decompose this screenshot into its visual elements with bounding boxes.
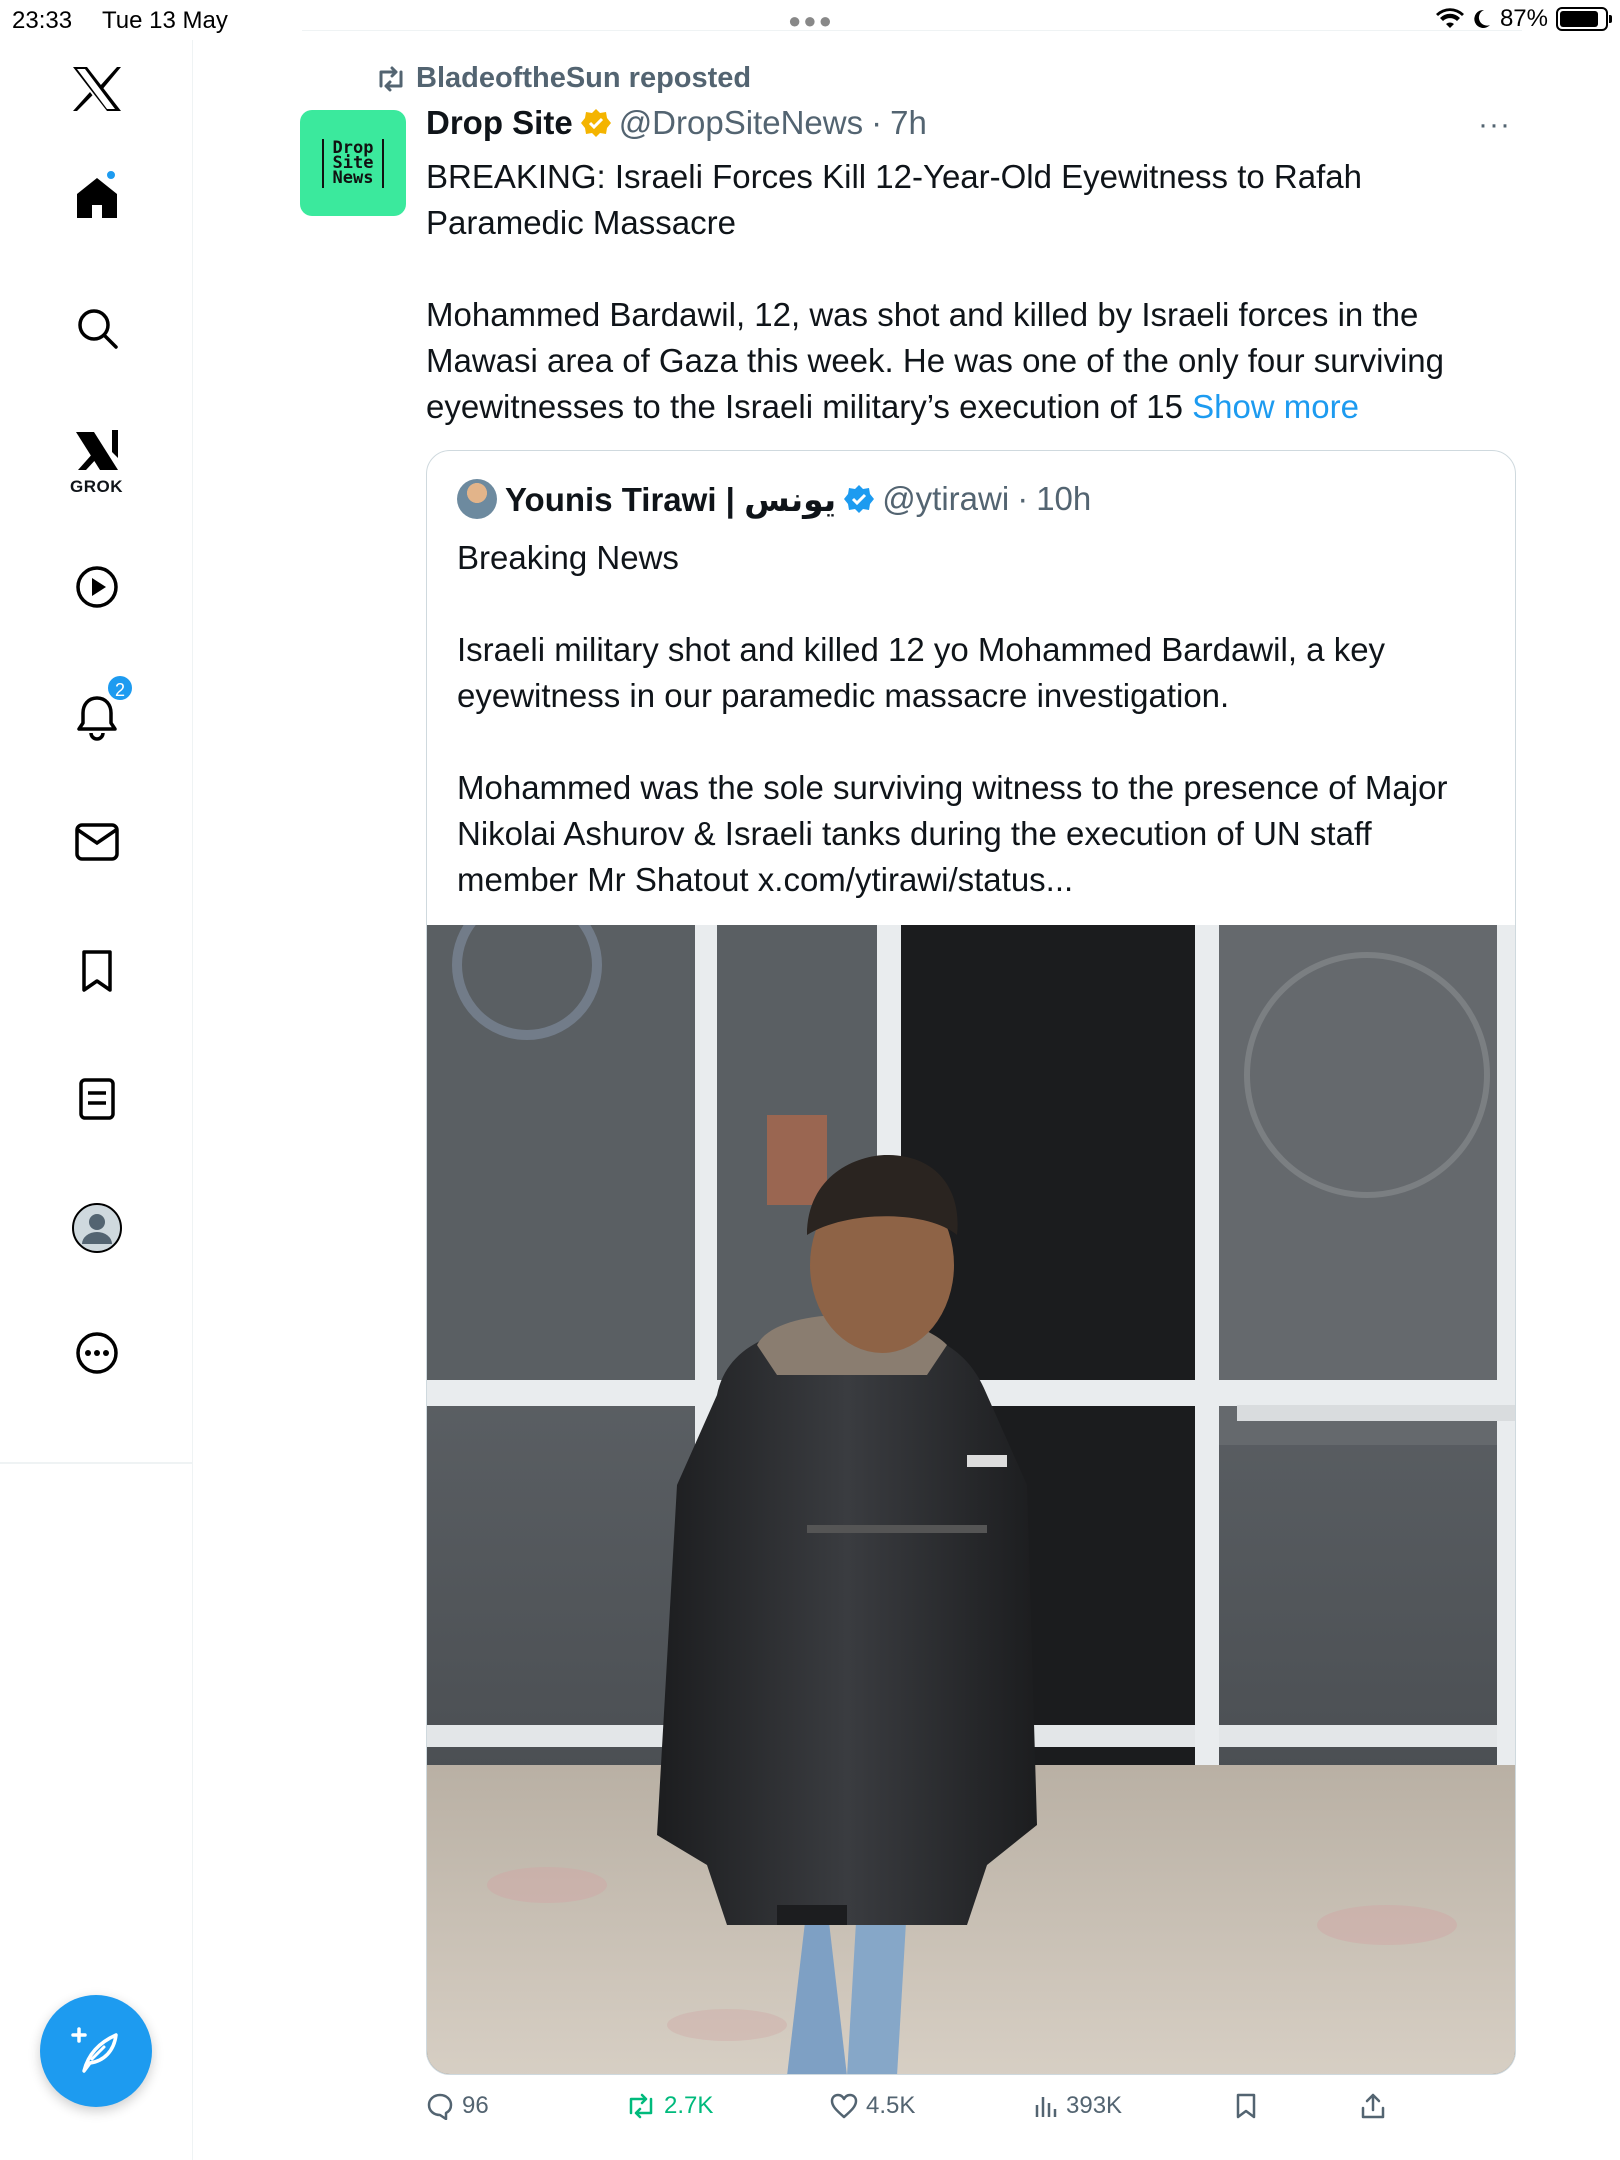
author-avatar[interactable]: Drop Site News xyxy=(300,110,406,216)
sidebar: GROK 2 xyxy=(0,40,193,2160)
avatar-icon xyxy=(71,1203,122,1253)
header-divider xyxy=(302,30,1522,31)
post-paragraph: Mohammed Bardawil, 12, was shot and kill… xyxy=(426,292,1526,430)
author-name[interactable]: Drop Site xyxy=(426,104,573,142)
repost-count: 2.7K xyxy=(664,2092,714,2119)
post-actions: 96 2.7K 4.5K 393K xyxy=(426,2092,1426,2132)
repost-icon xyxy=(379,66,403,91)
reply-count: 96 xyxy=(462,2092,489,2119)
search-icon xyxy=(77,309,118,349)
share-button[interactable] xyxy=(1360,2092,1386,2120)
wifi-icon xyxy=(1435,8,1464,28)
battery-icon xyxy=(1556,7,1612,31)
quote-paragraph: Israeli military shot and killed 12 yo M… xyxy=(457,631,1386,714)
quote-author-avatar[interactable] xyxy=(457,479,497,519)
quote-author-name[interactable]: Younis Tirawi | يونس xyxy=(505,480,836,519)
sidebar-item-bookmarks[interactable] xyxy=(0,948,193,994)
views-icon xyxy=(1035,2097,1057,2117)
post-header: Drop Site @DropSiteNews · 7h xyxy=(426,104,927,142)
post-time[interactable]: 7h xyxy=(890,104,927,142)
quote-header: Younis Tirawi | يونس @ytirawi · 10h xyxy=(457,479,1091,519)
views-count: 393K xyxy=(1066,2092,1123,2119)
repost-icon xyxy=(629,2093,653,2119)
quote-paragraph: Breaking News xyxy=(457,539,679,576)
quote-photo[interactable] xyxy=(427,925,1515,2074)
share-icon xyxy=(1361,2093,1385,2119)
views-button[interactable]: 393K xyxy=(1034,2092,1122,2120)
quote-time[interactable]: 10h xyxy=(1036,480,1091,518)
moon-icon xyxy=(1474,9,1490,28)
sidebar-item-explore[interactable] xyxy=(0,306,193,350)
reply-icon xyxy=(427,2093,453,2120)
play-icon xyxy=(75,566,118,608)
status-right: 87% xyxy=(1435,5,1612,33)
sidebar-item-video[interactable] xyxy=(0,564,193,610)
bookmark-icon xyxy=(1236,2093,1256,2119)
repost-context[interactable]: BladeoftheSun reposted xyxy=(376,62,751,95)
grok-label: GROK xyxy=(70,477,123,496)
bookmark-button[interactable] xyxy=(1234,2092,1258,2120)
home-icon xyxy=(76,178,117,218)
quote-author-handle[interactable]: @ytirawi xyxy=(882,480,1009,518)
post-more-icon[interactable]: ··· xyxy=(1478,108,1511,142)
list-icon xyxy=(78,1078,115,1120)
grok-icon xyxy=(75,430,118,470)
sidebar-item-home[interactable] xyxy=(0,169,193,221)
more-circle-icon xyxy=(75,1332,118,1374)
heart-icon xyxy=(830,2093,858,2119)
author-handle[interactable]: @DropSiteNews xyxy=(619,104,863,142)
repost-button[interactable]: 2.7K xyxy=(626,2092,713,2120)
photo-boy-in-jacket xyxy=(427,925,1515,2074)
bookmark-icon xyxy=(81,950,112,992)
post-text: BREAKING: Israeli Forces Kill 12-Year-Ol… xyxy=(426,154,1526,430)
sidebar-divider xyxy=(0,1462,193,1464)
x-logo-icon xyxy=(72,67,121,111)
sidebar-item-grok[interactable] xyxy=(0,428,193,474)
quote-paragraph: Mohammed was the sole surviving witness … xyxy=(457,769,1448,898)
compose-button[interactable] xyxy=(40,1995,152,2107)
home-unread-dot xyxy=(105,169,117,181)
drop-site-logo: Drop Site News xyxy=(322,138,384,188)
verified-gold-badge-icon xyxy=(580,109,611,137)
notifications-badge: 2 xyxy=(106,674,134,702)
sidebar-item-logo[interactable] xyxy=(0,65,193,113)
post-paragraph: BREAKING: Israeli Forces Kill 12-Year-Ol… xyxy=(426,158,1362,241)
status-date: Tue 13 May xyxy=(102,7,228,34)
separator: · xyxy=(871,104,883,141)
like-button[interactable]: 4.5K xyxy=(830,2092,915,2120)
verified-badge-icon xyxy=(844,485,875,513)
quote-text: Breaking News Israeli military shot and … xyxy=(457,535,1497,903)
status-bar: 23:33 Tue 13 May ●●● 87% xyxy=(0,0,1620,40)
compose-icon xyxy=(71,2027,118,2073)
battery-percent: 87% xyxy=(1499,5,1548,32)
repost-label: BladeoftheSun reposted xyxy=(416,62,752,94)
sidebar-item-lists[interactable] xyxy=(0,1076,193,1122)
sidebar-item-more[interactable] xyxy=(0,1330,193,1376)
status-time: 23:33 xyxy=(12,7,73,34)
mail-icon xyxy=(74,823,119,861)
reply-button[interactable]: 96 xyxy=(426,2092,489,2120)
show-more-link[interactable]: Show more xyxy=(1192,388,1359,425)
sidebar-item-messages[interactable] xyxy=(0,822,193,862)
sidebar-item-profile[interactable] xyxy=(0,1202,193,1254)
quoted-post[interactable]: Younis Tirawi | يونس @ytirawi · 10h Brea… xyxy=(426,450,1516,2075)
like-count: 4.5K xyxy=(866,2092,916,2119)
sidebar-item-notifications[interactable]: 2 xyxy=(0,674,193,742)
separator: · xyxy=(1017,480,1029,517)
